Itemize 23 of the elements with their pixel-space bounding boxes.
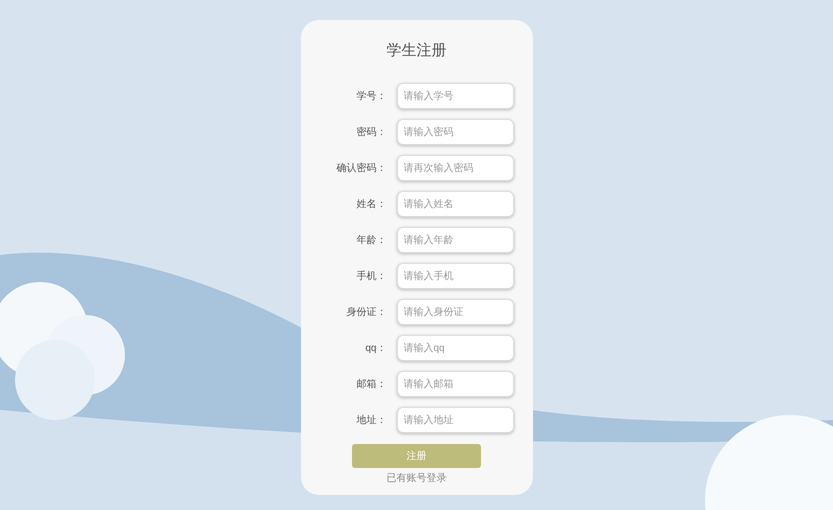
input-field[interactable]: 请输入手机 <box>396 263 514 289</box>
field-label: 手机： <box>356 270 386 284</box>
field-label: 邮箱： <box>356 378 386 392</box>
input-field[interactable]: 请输入年龄 <box>396 227 514 253</box>
field-label: 年龄： <box>356 234 386 248</box>
input-field[interactable]: 请输入密码 <box>396 119 514 145</box>
input-field[interactable]: 请再次输入密码 <box>396 155 514 181</box>
input-field[interactable]: 请输入qq <box>396 335 514 361</box>
input-field[interactable]: 请输入邮箱 <box>396 371 514 397</box>
input-field[interactable]: 请输入地址 <box>396 407 514 433</box>
form-title: 学生注册 <box>386 41 446 61</box>
field-label: qq： <box>364 342 386 356</box>
register-button[interactable]: 注册 <box>352 444 481 468</box>
input-field[interactable]: 请输入学号 <box>396 83 514 109</box>
field-label: 密码： <box>356 126 386 140</box>
field-label: 姓名： <box>356 198 386 212</box>
field-label: 学号： <box>356 90 386 104</box>
field-label: 身份证： <box>346 306 386 320</box>
field-label: 地址： <box>356 414 386 428</box>
field-label: 确认密码： <box>336 162 386 176</box>
login-link[interactable]: 已有账号登录 <box>386 471 446 486</box>
input-field[interactable]: 请输入姓名 <box>396 191 514 217</box>
input-field[interactable]: 请输入身份证 <box>396 299 514 325</box>
